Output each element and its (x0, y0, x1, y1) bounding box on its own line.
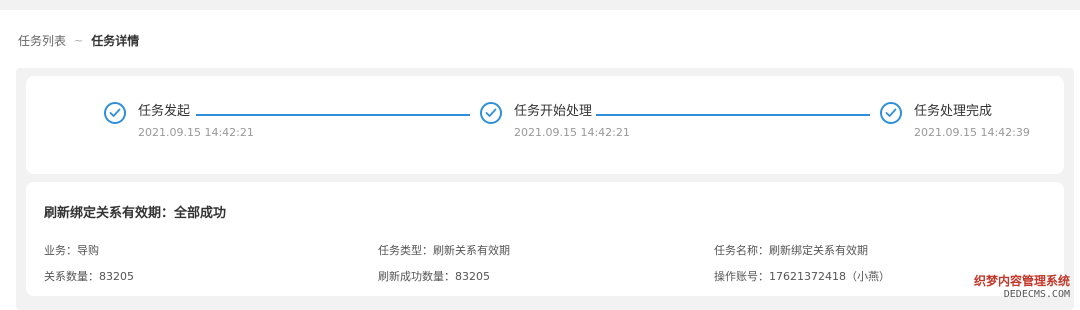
step-time: 2021.09.15 14:42:39 (914, 126, 1030, 139)
field-task-name: 任务名称：刷新绑定关系有效期 (714, 242, 868, 258)
step-title: 任务发起 (138, 104, 191, 119)
task-result-title: 刷新绑定关系有效期：全部成功 (44, 206, 227, 221)
field-value: 83205 (99, 270, 134, 283)
field-label: 任务类型： (378, 244, 433, 257)
breadcrumb-parent-link[interactable]: 任务列表 (18, 32, 66, 49)
breadcrumb-current: 任务详情 (91, 34, 140, 48)
watermark-line2: DEDECMS.COM (1003, 289, 1070, 300)
step-initiated: 任务发起 2021.09.15 14:42:21 (104, 102, 254, 139)
progress-steps-card: 任务发起 2021.09.15 14:42:21 任务开始处理 2021.09.… (26, 76, 1064, 174)
field-task-type: 任务类型：刷新关系有效期 (378, 242, 510, 258)
step-time: 2021.09.15 14:42:21 (514, 126, 630, 139)
breadcrumb: 任务列表 ~ 任务详情 (18, 32, 139, 49)
breadcrumb-separator: ~ (74, 34, 84, 47)
step-title: 任务开始处理 (514, 104, 593, 119)
page: 任务列表 ~ 任务详情 任务发起 2021.09.15 14:42:21 任务开… (0, 10, 1080, 310)
field-label: 关系数量： (44, 270, 99, 283)
detail-panel: 任务发起 2021.09.15 14:42:21 任务开始处理 2021.09.… (16, 68, 1074, 310)
field-value: 刷新关系有效期 (433, 244, 510, 257)
check-circle-icon (104, 102, 126, 124)
field-value: 83205 (455, 270, 490, 283)
step-connector-line (596, 114, 870, 116)
watermark: 织梦内容管理系统 DEDECMS.COM (974, 274, 1070, 302)
field-success-count: 刷新成功数量：83205 (378, 268, 490, 284)
field-relation-count: 关系数量：83205 (44, 268, 134, 284)
check-circle-icon (880, 102, 902, 124)
field-value: 导购 (77, 244, 99, 257)
field-operator-account: 操作账号：17621372418（小燕） (714, 268, 890, 284)
watermark-line1: 织梦内容管理系统 (973, 274, 1070, 288)
step-title: 任务处理完成 (914, 104, 993, 119)
step-completed: 任务处理完成 2021.09.15 14:42:39 (880, 102, 1030, 139)
field-label: 业务： (44, 244, 77, 257)
field-value: 刷新绑定关系有效期 (769, 244, 868, 257)
task-info-card: 刷新绑定关系有效期：全部成功 业务：导购 任务类型：刷新关系有效期 任务名称：刷… (26, 182, 1064, 296)
field-label: 任务名称： (714, 244, 769, 257)
field-label: 操作账号： (714, 270, 769, 283)
field-business: 业务：导购 (44, 242, 99, 258)
check-circle-icon (480, 102, 502, 124)
step-time: 2021.09.15 14:42:21 (138, 126, 254, 139)
step-processing: 任务开始处理 2021.09.15 14:42:21 (480, 102, 630, 139)
field-value: 17621372418（小燕） (769, 270, 890, 283)
field-label: 刷新成功数量： (378, 270, 455, 283)
